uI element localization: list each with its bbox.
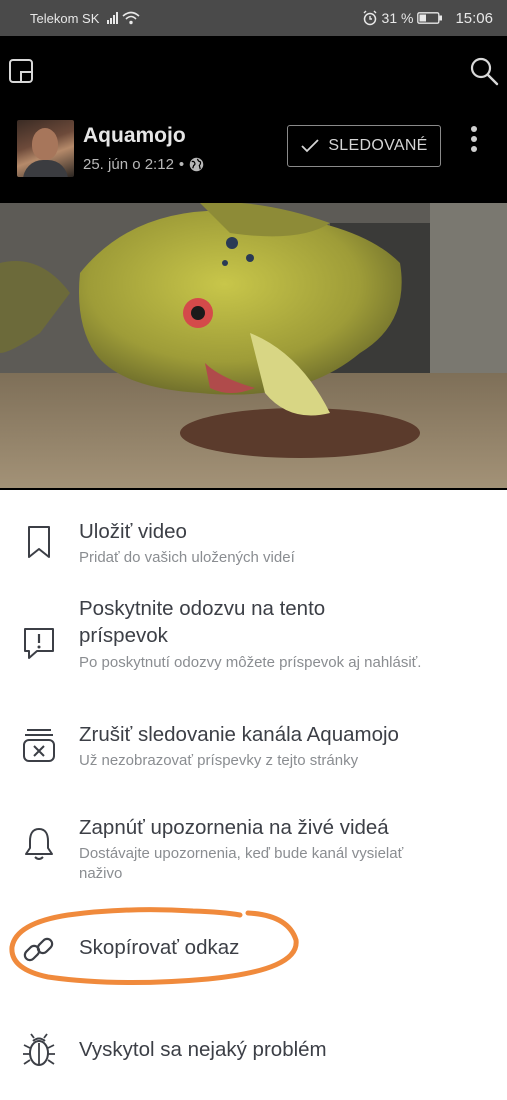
fish-video-image bbox=[0, 203, 507, 488]
battery-icon bbox=[417, 12, 443, 24]
menu-item-title: Zapnúť upozornenia na živé videá bbox=[79, 816, 389, 839]
post-header: Aquamojo 25. jún o 2:12 • SLEDOVANÉ bbox=[0, 120, 507, 180]
menu-item-unfollow[interactable]: Zrušiť sledovanie kanála Aquamojo Už nez… bbox=[0, 719, 507, 779]
video-player[interactable]: Aquamojo 25. jún o 2:12 • SLEDOVANÉ bbox=[0, 36, 507, 490]
alarm-icon bbox=[363, 10, 377, 26]
options-sheet bbox=[0, 490, 507, 1100]
meta-separator: • bbox=[178, 156, 185, 173]
search-icon[interactable] bbox=[469, 56, 499, 86]
feedback-icon bbox=[24, 628, 54, 659]
menu-item-title: Skopírovať odkaz bbox=[79, 936, 240, 959]
bug-icon bbox=[23, 1033, 55, 1066]
unfollow-icon bbox=[23, 729, 55, 762]
author-name[interactable]: Aquamojo bbox=[83, 124, 186, 148]
menu-item-subtitle: Po poskytnutí odozvy môžete príspevok aj… bbox=[79, 654, 422, 671]
bookmark-icon bbox=[28, 526, 50, 558]
more-options-icon[interactable] bbox=[466, 126, 482, 156]
menu-item-title: Poskytnite odozvu na tento príspevok bbox=[79, 597, 326, 647]
globe-icon bbox=[189, 157, 204, 172]
avatar[interactable] bbox=[17, 120, 74, 177]
video-thumbnail[interactable] bbox=[0, 203, 507, 488]
menu-item-feedback[interactable]: Poskytnite odozvu na tento príspevok Po … bbox=[0, 595, 507, 695]
menu-item-save-video[interactable]: Uložiť video Pridať do vašich uložených … bbox=[0, 516, 507, 576]
menu-item-title: Zrušiť sledovanie kanála Aquamojo bbox=[79, 723, 399, 746]
wifi-icon bbox=[122, 11, 140, 25]
following-button[interactable]: SLEDOVANÉ bbox=[287, 125, 441, 167]
bell-icon bbox=[25, 828, 53, 860]
menu-item-report-problem[interactable]: Vyskytol sa nejaký problém bbox=[0, 1032, 507, 1072]
picture-in-picture-icon[interactable] bbox=[8, 58, 34, 84]
video-top-bar bbox=[0, 36, 507, 106]
checkmark-icon bbox=[301, 139, 319, 153]
menu-item-copy-link[interactable]: Skopírovať odkaz bbox=[0, 930, 507, 970]
menu-item-title: Vyskytol sa nejaký problém bbox=[79, 1038, 327, 1061]
menu-item-subtitle: Dostávajte upozornenia, keď bude kanál v… bbox=[79, 845, 404, 882]
post-date: 25. jún o 2:12 bbox=[83, 156, 174, 173]
menu-item-subtitle: Už nezobrazovať príspevky z tejto stránk… bbox=[79, 752, 359, 769]
following-label: SLEDOVANÉ bbox=[328, 137, 428, 154]
status-bar: Telekom SK 31 % 15:06 bbox=[0, 0, 507, 36]
post-meta: 25. jún o 2:12 • bbox=[83, 156, 204, 173]
menu-item-live-notifications[interactable]: Zapnúť upozornenia na živé videá Dostáva… bbox=[0, 812, 507, 892]
carrier-name: Telekom SK bbox=[30, 10, 100, 26]
menu-item-subtitle: Pridať do vašich uložených videí bbox=[79, 549, 295, 566]
clock: 15:06 bbox=[455, 9, 493, 27]
menu-item-title: Uložiť video bbox=[79, 520, 187, 543]
link-icon bbox=[23, 937, 54, 962]
battery-percent: 31 % bbox=[381, 10, 414, 26]
signal-icon bbox=[107, 12, 119, 24]
